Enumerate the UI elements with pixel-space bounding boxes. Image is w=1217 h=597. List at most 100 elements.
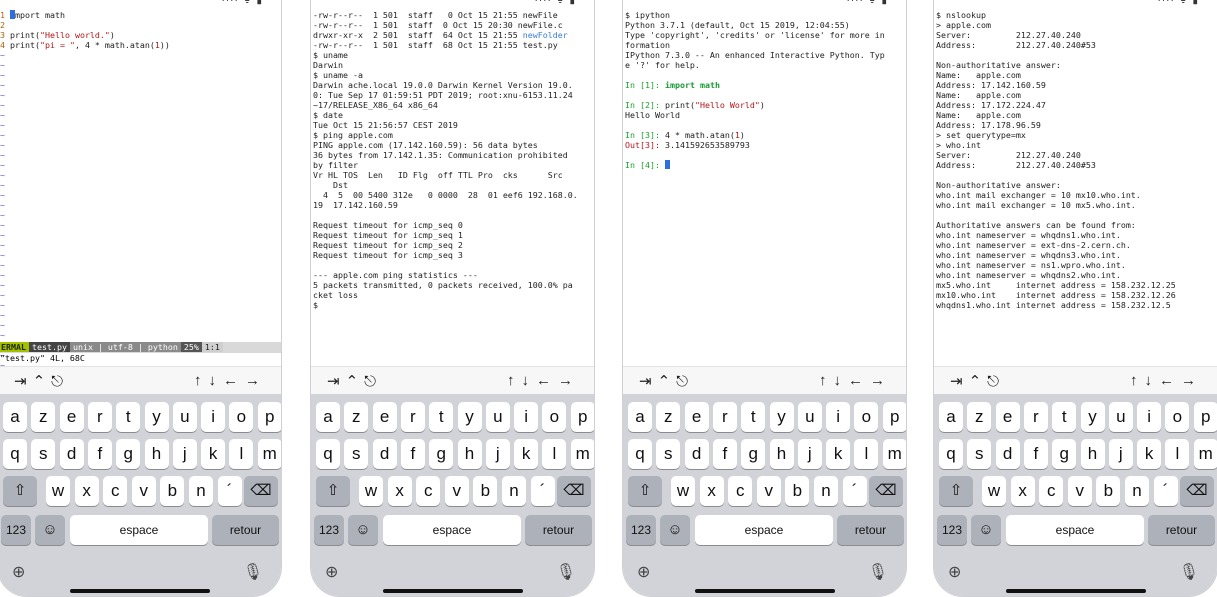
tab-icon[interactable]: ⇥: [950, 373, 969, 390]
space-key[interactable]: espace: [695, 515, 833, 545]
key-z[interactable]: z: [967, 402, 992, 432]
key-n[interactable]: n: [814, 476, 838, 506]
key-i[interactable]: i: [201, 402, 226, 432]
arrow-up-icon[interactable]: ↑: [1130, 372, 1145, 389]
arrow-down-icon[interactable]: ↓: [834, 372, 849, 389]
numbers-key[interactable]: 123: [314, 515, 344, 545]
key-o[interactable]: o: [542, 402, 567, 432]
key-b[interactable]: b: [160, 476, 185, 506]
key-r[interactable]: r: [400, 402, 425, 432]
key-w[interactable]: w: [359, 476, 383, 506]
key-l[interactable]: l: [229, 439, 254, 469]
arrow-up-icon[interactable]: ↑: [507, 372, 522, 389]
vim-editor[interactable]: 1 mport math 2 3 print("Hello world.") 4 p…: [0, 10, 281, 366]
arrow-down-icon[interactable]: ↓: [522, 372, 537, 389]
key-i[interactable]: i: [826, 402, 851, 432]
key-i[interactable]: i: [514, 402, 539, 432]
key-m[interactable]: m: [1193, 439, 1217, 469]
key-g[interactable]: g: [116, 439, 141, 469]
backspace-key[interactable]: ⌫: [869, 476, 903, 506]
arrow-right-icon[interactable]: →: [870, 372, 892, 389]
key-y[interactable]: y: [144, 402, 169, 432]
shift-key[interactable]: ⇧: [316, 476, 350, 506]
key-´[interactable]: ´: [217, 476, 242, 506]
key-´[interactable]: ´: [842, 476, 867, 506]
key-x[interactable]: x: [387, 476, 412, 506]
numbers-key[interactable]: 123: [937, 515, 967, 545]
key-l[interactable]: l: [1165, 439, 1190, 469]
key-q[interactable]: q: [939, 439, 963, 469]
home-indicator[interactable]: [382, 589, 523, 593]
key-l[interactable]: l: [542, 439, 567, 469]
key-e[interactable]: e: [59, 402, 84, 432]
tab-icon[interactable]: ⇥: [327, 373, 346, 390]
return-key[interactable]: retour: [525, 515, 592, 545]
escape-icon[interactable]: ⎋: [364, 373, 382, 390]
numbers-key[interactable]: 123: [1, 515, 31, 545]
control-icon[interactable]: ⌃: [969, 373, 988, 390]
key-a[interactable]: a: [628, 402, 652, 432]
key-s[interactable]: s: [31, 439, 56, 469]
key-n[interactable]: n: [502, 476, 526, 506]
globe-icon[interactable]: ⊕: [637, 562, 650, 582]
key-b[interactable]: b: [473, 476, 498, 506]
key-v[interactable]: v: [1067, 476, 1092, 506]
key-m[interactable]: m: [882, 439, 906, 469]
key-p[interactable]: p: [257, 402, 281, 432]
escape-icon[interactable]: ⎋: [51, 373, 69, 390]
numbers-key[interactable]: 123: [626, 515, 656, 545]
return-key[interactable]: retour: [212, 515, 279, 545]
key-l[interactable]: l: [854, 439, 879, 469]
arrow-right-icon[interactable]: →: [558, 372, 580, 389]
key-t[interactable]: t: [1052, 402, 1077, 432]
key-q[interactable]: q: [316, 439, 340, 469]
key-s[interactable]: s: [967, 439, 992, 469]
shell-terminal[interactable]: -rw-r--r-- 1 501 staff 0 Oct 15 21:55 ne…: [311, 10, 594, 366]
key-c[interactable]: c: [103, 476, 128, 506]
space-key[interactable]: espace: [70, 515, 208, 545]
key-z[interactable]: z: [31, 402, 56, 432]
key-o[interactable]: o: [854, 402, 879, 432]
key-y[interactable]: y: [769, 402, 794, 432]
key-m[interactable]: m: [570, 439, 594, 469]
arrow-up-icon[interactable]: ↑: [819, 372, 834, 389]
key-x[interactable]: x: [699, 476, 724, 506]
home-indicator[interactable]: [69, 589, 210, 593]
key-q[interactable]: q: [628, 439, 652, 469]
space-key[interactable]: espace: [1006, 515, 1144, 545]
arrow-up-icon[interactable]: ↑: [194, 372, 209, 389]
control-icon[interactable]: ⌃: [33, 373, 52, 390]
key-x[interactable]: x: [1010, 476, 1035, 506]
key-u[interactable]: u: [1108, 402, 1133, 432]
arrow-left-icon[interactable]: ←: [1159, 372, 1181, 389]
key-f[interactable]: f: [87, 439, 112, 469]
shift-key[interactable]: ⇧: [3, 476, 37, 506]
key-w[interactable]: w: [671, 476, 695, 506]
key-´[interactable]: ´: [1153, 476, 1178, 506]
key-f[interactable]: f: [712, 439, 737, 469]
key-r[interactable]: r: [87, 402, 112, 432]
backspace-key[interactable]: ⌫: [1180, 476, 1214, 506]
home-indicator[interactable]: [1005, 589, 1146, 593]
key-p[interactable]: p: [570, 402, 594, 432]
arrow-left-icon[interactable]: ←: [848, 372, 870, 389]
emoji-key[interactable]: ☺: [660, 515, 690, 545]
key-a[interactable]: a: [316, 402, 340, 432]
key-r[interactable]: r: [712, 402, 737, 432]
key-j[interactable]: j: [172, 439, 197, 469]
key-t[interactable]: t: [741, 402, 766, 432]
key-g[interactable]: g: [741, 439, 766, 469]
key-h[interactable]: h: [1080, 439, 1105, 469]
key-t[interactable]: t: [116, 402, 141, 432]
arrow-left-icon[interactable]: ←: [223, 372, 245, 389]
microphone-icon[interactable]: 🎙: [1179, 562, 1199, 582]
emoji-key[interactable]: ☺: [348, 515, 378, 545]
key-v[interactable]: v: [444, 476, 469, 506]
microphone-icon[interactable]: 🎙: [868, 562, 888, 582]
key-h[interactable]: h: [144, 439, 169, 469]
shift-key[interactable]: ⇧: [939, 476, 973, 506]
key-s[interactable]: s: [656, 439, 681, 469]
key-k[interactable]: k: [1137, 439, 1162, 469]
globe-icon[interactable]: ⊕: [325, 562, 338, 582]
key-g[interactable]: g: [1052, 439, 1077, 469]
